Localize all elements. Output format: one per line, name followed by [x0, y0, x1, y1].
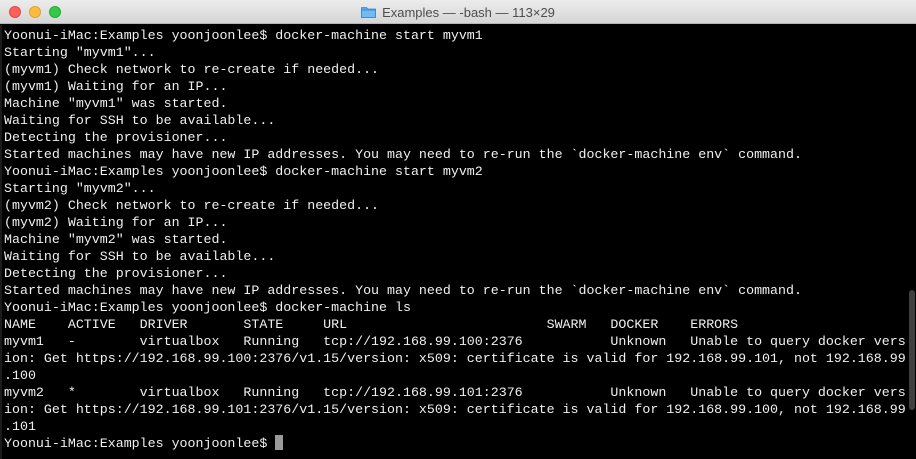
window-title-area: Examples — -bash — 113×29: [0, 0, 916, 24]
terminal-line: Started machines may have new IP address…: [4, 283, 802, 298]
terminal-line: ion: Get https://192.168.99.100:2376/v1.…: [4, 351, 906, 366]
terminal-window: Examples — -bash — 113×29 Yoonui-iMac:Ex…: [0, 0, 916, 459]
terminal-line: (myvm1) Waiting for an IP...: [4, 79, 228, 94]
terminal-prompt-line[interactable]: Yoonui-iMac:Examples yoonjoonlee$: [4, 435, 916, 452]
cursor-block: [275, 435, 284, 450]
terminal-line: Detecting the provisioner...: [4, 130, 228, 145]
terminal-line: (myvm2) Waiting for an IP...: [4, 215, 228, 230]
terminal-line: Waiting for SSH to be available...: [4, 249, 276, 264]
terminal-scrollbar[interactable]: [909, 290, 915, 410]
terminal-line: ion: Get https://192.168.99.101:2376/v1.…: [4, 402, 906, 417]
terminal-line: (myvm2) Check network to re-create if ne…: [4, 198, 380, 213]
terminal-line: Detecting the provisioner...: [4, 266, 228, 281]
terminal-line: Yoonui-iMac:Examples yoonjoonlee$ docker…: [4, 300, 411, 315]
terminal-output[interactable]: Yoonui-iMac:Examples yoonjoonlee$ docker…: [0, 25, 916, 459]
terminal-line: NAME ACTIVE DRIVER STATE URL SWARM DOCKE…: [4, 317, 739, 332]
terminal-line: Yoonui-iMac:Examples yoonjoonlee$ docker…: [4, 164, 483, 179]
terminal-line: Waiting for SSH to be available...: [4, 113, 276, 128]
terminal-prompt: Yoonui-iMac:Examples yoonjoonlee$: [4, 436, 276, 451]
terminal-line: myvm1 - virtualbox Running tcp://192.168…: [4, 334, 906, 349]
terminal-line: Yoonui-iMac:Examples yoonjoonlee$ docker…: [4, 28, 483, 43]
terminal-line: .100: [4, 368, 36, 383]
terminal-line: Starting "myvm2"...: [4, 181, 156, 196]
terminal-line: (myvm1) Check network to re-create if ne…: [4, 62, 380, 77]
title-bar[interactable]: Examples — -bash — 113×29: [0, 0, 916, 24]
terminal-line: Started machines may have new IP address…: [4, 147, 802, 162]
terminal-line: .101: [4, 419, 36, 434]
window-title: Examples — -bash — 113×29: [382, 4, 555, 20]
folder-icon: [361, 6, 376, 18]
terminal-line: Starting "myvm1"...: [4, 45, 156, 60]
terminal-line: Machine "myvm2" was started.: [4, 232, 228, 247]
terminal-line: myvm2 * virtualbox Running tcp://192.168…: [4, 385, 906, 400]
terminal-line: Machine "myvm1" was started.: [4, 96, 228, 111]
